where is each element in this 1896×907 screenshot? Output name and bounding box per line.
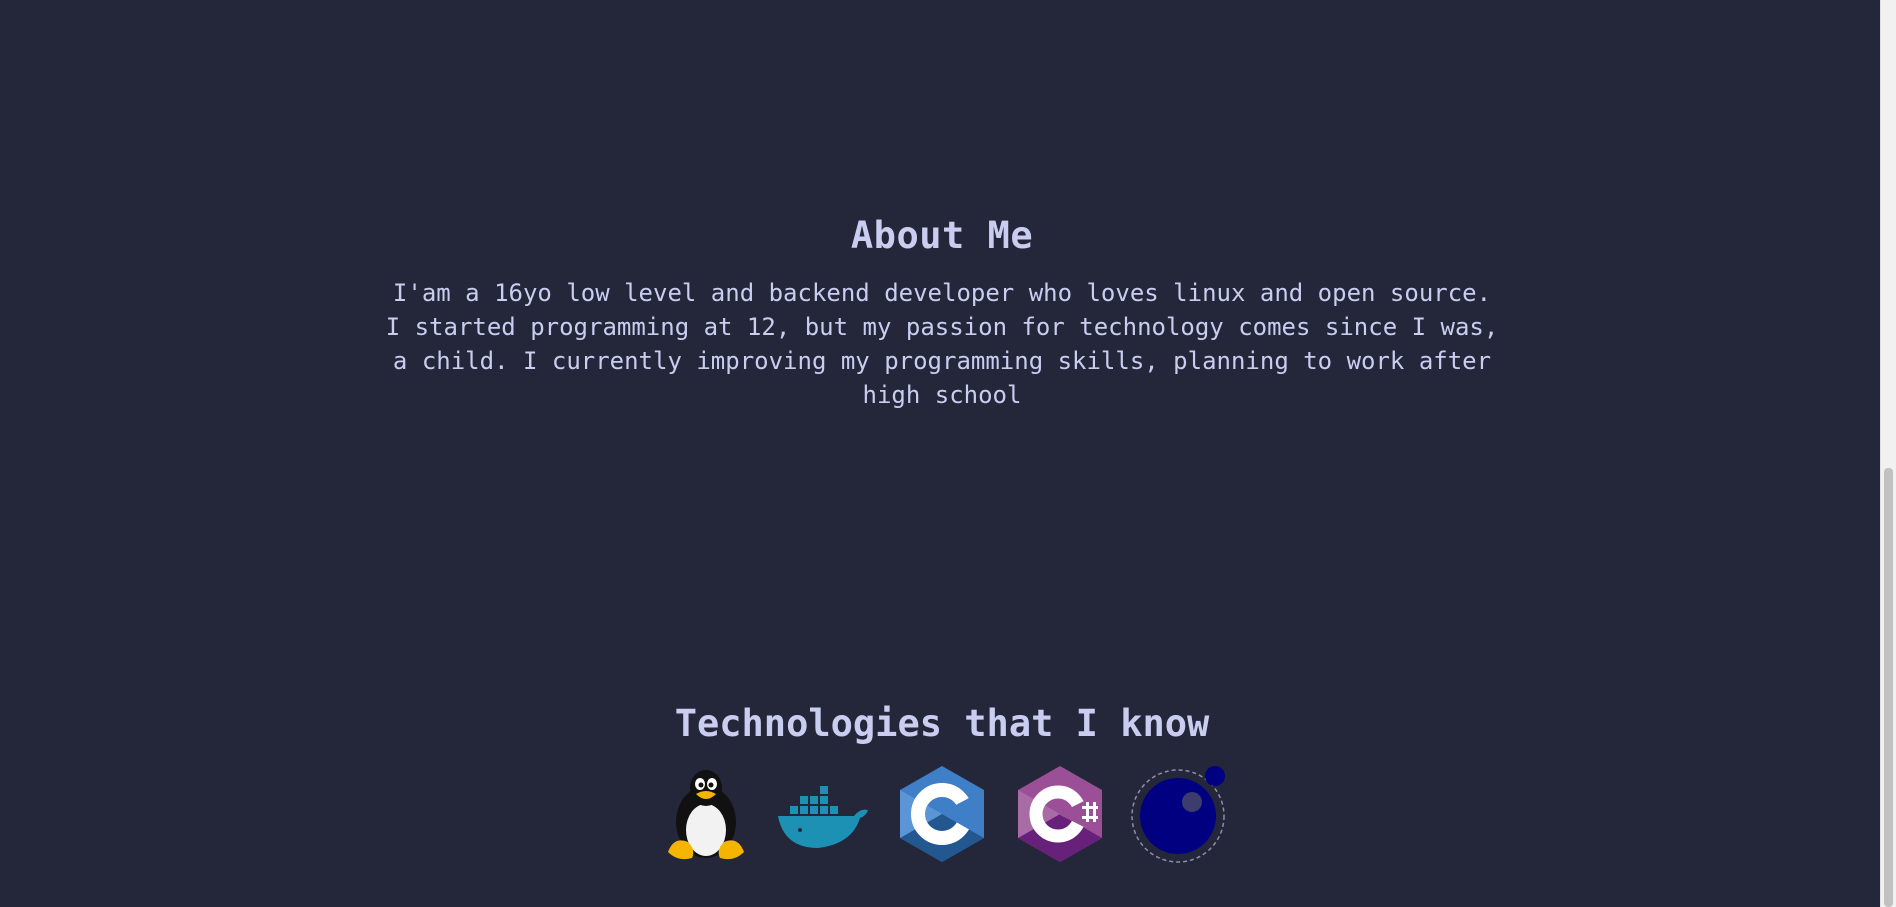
csharp-icon [1018, 766, 1102, 862]
linux-tux-icon [668, 770, 744, 860]
about-description: I'am a 16yo low level and backend develo… [362, 276, 1522, 412]
technologies-icon-row [0, 764, 1884, 864]
c-language-icon [900, 766, 984, 862]
about-section: About Me I'am a 16yo low level and backe… [0, 208, 1884, 412]
about-title: About Me [850, 214, 1034, 257]
about-line: I'am a 16yo low level and backend develo… [392, 279, 1492, 307]
docker-icon [778, 786, 868, 848]
technologies-section: Technologies that I know [0, 696, 1884, 864]
about-line: high school [862, 381, 1022, 409]
about-line: I started programming at 12, but my pass… [385, 313, 1499, 341]
scrollbar-thumb[interactable] [1884, 468, 1893, 907]
about-line: a child. I currently improving my progra… [392, 347, 1492, 375]
vertical-scrollbar[interactable] [1880, 0, 1896, 907]
moon-orbit-icon [1131, 766, 1225, 863]
page-viewport: About Me I'am a 16yo low level and backe… [0, 0, 1880, 907]
technologies-title: Technologies that I know [674, 702, 1210, 745]
